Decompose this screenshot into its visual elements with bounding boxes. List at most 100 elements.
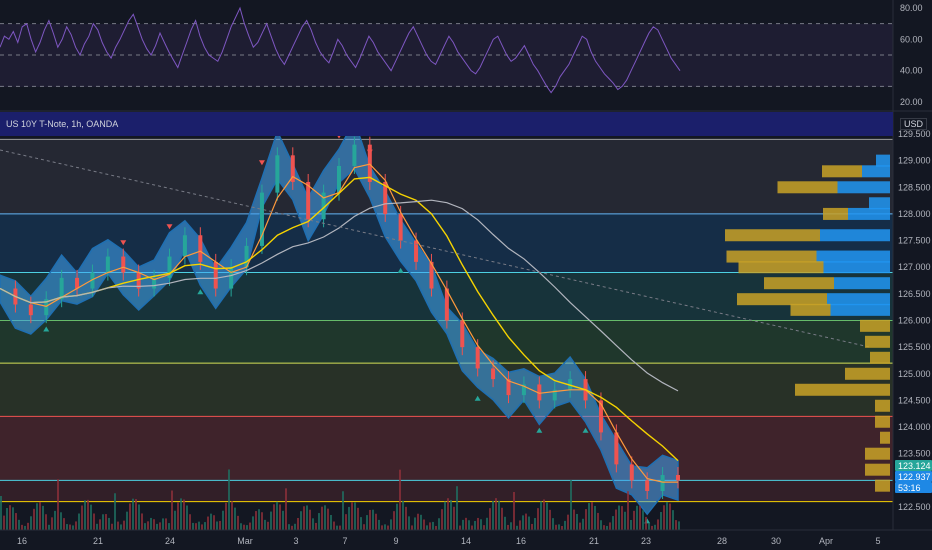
volume-bar xyxy=(387,525,389,530)
volume-bar xyxy=(375,513,377,530)
volume-profile-down xyxy=(790,303,831,316)
chart-area[interactable]: 80.00 60.00 40.00 20.00 129.500 129.000 128.5… xyxy=(0,0,932,550)
volume-bar xyxy=(363,524,365,530)
volume-bar xyxy=(588,503,590,530)
volume-bar xyxy=(516,525,518,530)
volume-bar xyxy=(672,510,674,530)
volume-bar xyxy=(558,524,560,530)
volume-bar xyxy=(633,510,635,530)
volume-bar xyxy=(312,518,314,530)
price-panel xyxy=(0,118,893,530)
volume-bar xyxy=(420,514,422,530)
candle-body xyxy=(121,256,126,273)
price-tick-label: 125.500 xyxy=(898,342,931,352)
volume-bar xyxy=(612,516,614,530)
volume-bar xyxy=(21,524,23,530)
volume-bar xyxy=(12,507,14,530)
rsi-panel: 80.00 60.00 40.00 20.00 xyxy=(0,3,932,112)
volume-profile-down xyxy=(875,479,890,492)
volume-bar xyxy=(600,520,602,530)
volume-bar xyxy=(294,523,296,530)
volume-bar xyxy=(642,510,644,530)
time-tick-label: 28 xyxy=(717,536,727,546)
volume-bar xyxy=(180,498,182,530)
rsi-band-bg xyxy=(0,24,893,87)
volume-bar xyxy=(480,519,482,530)
candle-body xyxy=(337,165,341,193)
volume-bar xyxy=(555,524,557,530)
volume-bar xyxy=(18,519,20,530)
volume-bar xyxy=(258,509,260,530)
volume-profile-down xyxy=(875,415,890,428)
volume-bar xyxy=(225,502,227,530)
volume-bar xyxy=(330,514,332,530)
volume-bar xyxy=(39,501,41,530)
volume-bar xyxy=(159,522,161,530)
volume-bar xyxy=(615,509,617,530)
volume-bar xyxy=(591,502,593,530)
volume-bar xyxy=(252,516,254,530)
volume-bar xyxy=(372,509,374,530)
volume-bar xyxy=(207,516,209,530)
volume-profile-up xyxy=(862,165,890,178)
volume-bar xyxy=(429,522,431,530)
volume-profile-up xyxy=(823,261,890,274)
volume-bar xyxy=(147,521,149,530)
volume-bar xyxy=(546,502,548,530)
time-tick-label: 24 xyxy=(165,536,175,546)
volume-bar xyxy=(273,504,275,530)
price-label-text: 53:16 xyxy=(898,483,921,493)
volume-profile-down xyxy=(764,277,834,290)
price-zone xyxy=(0,416,893,481)
candle-body xyxy=(275,155,280,193)
volume-bar xyxy=(219,520,221,530)
volume-bar xyxy=(639,505,641,530)
volume-bar xyxy=(3,515,5,530)
volume-bar xyxy=(381,525,383,530)
volume-bar xyxy=(336,525,338,530)
volume-bar xyxy=(138,504,140,530)
volume-bar xyxy=(285,488,287,530)
volume-bar xyxy=(366,515,368,530)
volume-bar xyxy=(630,519,632,530)
volume-bar xyxy=(354,502,356,530)
volume-bar xyxy=(93,513,95,530)
volume-bar xyxy=(675,520,677,530)
chart-canvas[interactable]: 80.00 60.00 40.00 20.00 129.500 129.000 128.5… xyxy=(0,0,932,550)
volume-bar xyxy=(327,508,329,530)
volume-bar xyxy=(519,520,521,530)
volume-bar xyxy=(240,523,242,530)
volume-profile-down xyxy=(738,261,824,274)
volume-bar xyxy=(297,518,299,530)
volume-bar xyxy=(498,500,500,530)
volume-profile-down xyxy=(845,367,890,380)
time-tick-label: Mar xyxy=(237,536,253,546)
volume-profile-down xyxy=(865,335,890,348)
currency-label[interactable]: USD xyxy=(900,118,928,130)
volume-profile-down xyxy=(860,319,890,332)
volume-bar xyxy=(57,479,59,530)
volume-bar xyxy=(63,518,65,530)
candle-body xyxy=(398,213,403,241)
volume-bar xyxy=(465,517,467,530)
volume-bar xyxy=(129,503,131,530)
volume-bar xyxy=(228,469,230,530)
volume-bar xyxy=(513,492,515,530)
volume-bar xyxy=(678,521,680,530)
volume-bar xyxy=(597,512,599,530)
rsi-tick-label: 40.00 xyxy=(900,66,923,76)
volume-profile-down xyxy=(880,431,890,444)
price-tick-label: 129.500 xyxy=(898,129,931,139)
volume-bar xyxy=(111,523,113,530)
volume-bar xyxy=(567,514,569,530)
volume-bar xyxy=(537,508,539,530)
volume-bar xyxy=(621,506,623,530)
volume-bar xyxy=(90,504,92,530)
volume-bar xyxy=(246,525,248,530)
volume-bar xyxy=(561,525,563,530)
volume-bar xyxy=(192,522,194,530)
volume-bar xyxy=(132,498,134,530)
price-axis: 129.500 129.000 128.500 128.000 127.500 127.0… xyxy=(892,0,932,550)
volume-bar xyxy=(417,513,419,530)
volume-bar xyxy=(306,505,308,530)
